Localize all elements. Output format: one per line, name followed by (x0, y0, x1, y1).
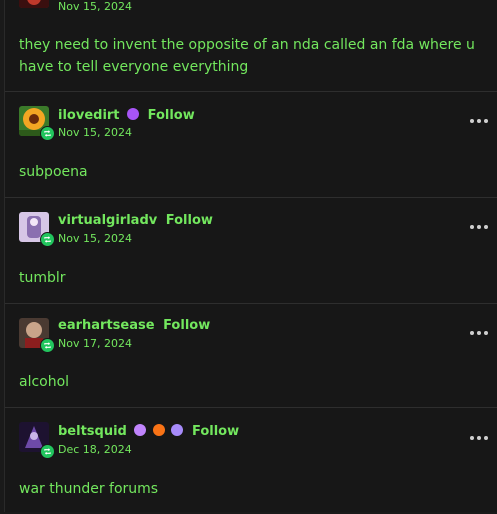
note-date[interactable]: Nov 15, 2024 (58, 232, 132, 245)
avatar[interactable] (19, 0, 49, 8)
pawprint-emoji-icon (152, 424, 165, 436)
sparkle-emoji-icon (127, 108, 140, 120)
note-item: earhartsease Follow Nov 17, 2024 alcohol (5, 304, 497, 408)
note-date[interactable]: Dec 18, 2024 (58, 443, 132, 456)
note-text: alcohol (19, 374, 70, 390)
note-text: tumblr (19, 270, 66, 286)
note-date[interactable]: Nov 17, 2024 (58, 337, 132, 350)
reblog-badge-icon (40, 444, 55, 459)
note-date[interactable]: Nov 15, 2024 (58, 126, 132, 139)
sparkle-emoji-icon (134, 424, 147, 436)
reblog-badge-icon (40, 338, 55, 353)
more-options-icon[interactable] (470, 114, 488, 128)
username[interactable]: virtualgirladv Follow (58, 213, 213, 228)
follow-button[interactable]: Follow (192, 424, 239, 439)
more-options-icon[interactable] (470, 431, 488, 445)
more-options-icon[interactable] (470, 326, 488, 340)
sparkle-emoji-icon (171, 424, 184, 436)
note-item: virtualgirladv Follow Nov 15, 2024 tumbl… (5, 198, 497, 304)
username-link[interactable]: ilovedirt (58, 108, 120, 123)
reblog-badge-icon (40, 232, 55, 247)
username[interactable]: earhartsease Follow (58, 318, 210, 333)
reblog-badge-icon (40, 126, 55, 141)
username-link[interactable]: virtualgirladv (58, 213, 157, 228)
username-link[interactable]: earhartsease (58, 318, 155, 333)
note-date[interactable]: Nov 15, 2024 (58, 0, 132, 13)
note-item: beltsquid Follow Dec 18, 2024 war thunde… (5, 408, 497, 514)
note-text: they need to invent the opposite of an n… (19, 37, 475, 75)
follow-button[interactable]: Follow (148, 108, 195, 123)
note-text: war thunder forums (19, 481, 159, 497)
username-link[interactable]: beltsquid (58, 424, 127, 439)
follow-button[interactable]: Follow (166, 213, 213, 228)
reblog-notes-feed: Nov 15, 2024 they need to invent the opp… (4, 0, 497, 512)
note-text: subpoena (19, 164, 88, 180)
username[interactable]: ilovedirt Follow (58, 108, 195, 123)
username[interactable]: beltsquid Follow (58, 424, 239, 439)
more-options-icon[interactable] (470, 220, 488, 234)
follow-button[interactable]: Follow (163, 318, 210, 333)
note-item: ilovedirt Follow Nov 15, 2024 subpoena (5, 92, 497, 198)
note-item: Nov 15, 2024 they need to invent the opp… (5, 0, 497, 92)
